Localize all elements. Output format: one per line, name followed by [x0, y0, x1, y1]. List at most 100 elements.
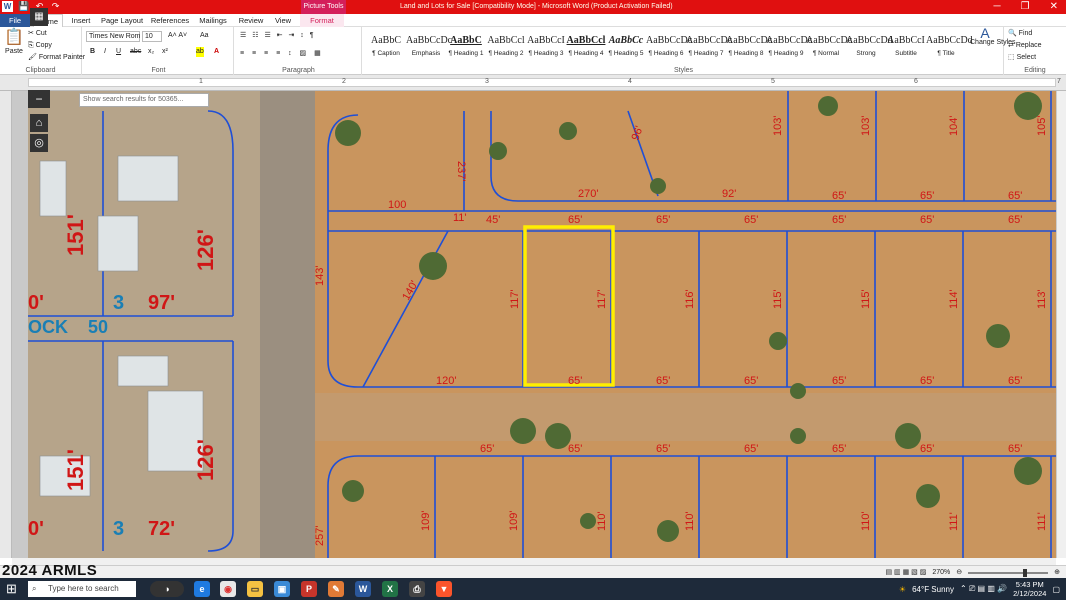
- style-title[interactable]: AaBbCcDd ¶ Title: [926, 33, 973, 61]
- subscript-button[interactable]: x₂: [148, 47, 154, 57]
- vertical-scrollbar[interactable]: [1056, 91, 1066, 558]
- find-button[interactable]: 🔍 Find: [1008, 29, 1032, 39]
- word-taskbar-icon[interactable]: W: [355, 581, 371, 597]
- font-size-select[interactable]: 10: [142, 31, 162, 42]
- clock[interactable]: 5:43 PM 2/12/2024: [1013, 580, 1046, 598]
- scissors-icon: ✂: [28, 30, 34, 37]
- format-painter-button[interactable]: 🖌 Format Painter: [28, 53, 85, 63]
- save-icon[interactable]: 💾: [18, 1, 29, 12]
- vertical-ruler[interactable]: [0, 91, 12, 558]
- notification-icon[interactable]: ▢: [1052, 585, 1060, 594]
- font-name-select[interactable]: Times New Rom: [86, 31, 140, 42]
- road: [260, 91, 315, 558]
- superscript-button[interactable]: x²: [162, 47, 168, 57]
- style-strong[interactable]: AaBbCcDd Strong: [846, 33, 893, 61]
- document-area[interactable]: 237' 100 11' 143' 140' 120' 45' 65' 65' 65' 65' 65'…: [12, 91, 1056, 558]
- ribbon: 📋 Paste ✂ Cut ⎘ Copy 🖌 Format Painter Cl…: [0, 25, 1066, 75]
- tab-format[interactable]: Format: [300, 14, 344, 27]
- zoom-thumb[interactable]: [1023, 568, 1028, 577]
- change-case-icon[interactable]: Aa: [200, 31, 209, 41]
- style-heading-7[interactable]: AaBbCcDc ¶ Heading 7: [686, 33, 732, 61]
- grow-font-icon[interactable]: A˄ A˅: [168, 31, 187, 41]
- style-subtitle[interactable]: AaBbCcI Subtitle: [886, 33, 926, 61]
- home-icon[interactable]: ⌂: [30, 114, 48, 132]
- dimension-label: 115': [772, 289, 784, 309]
- strikethrough-button[interactable]: abc: [130, 47, 141, 57]
- style-heading-1[interactable]: AaBbC ¶ Heading 1: [446, 33, 486, 61]
- style-heading-5[interactable]: AaBbCc ¶ Heading 5: [606, 33, 646, 61]
- tab-view[interactable]: View: [270, 14, 296, 27]
- neighborhood-label: 0': [28, 292, 44, 314]
- zoom-slider[interactable]: [968, 568, 1049, 577]
- locate-icon[interactable]: ◎: [30, 134, 48, 152]
- style-emphasis[interactable]: AaBbCcDc Emphasis: [406, 33, 452, 61]
- bold-button[interactable]: B: [90, 47, 95, 57]
- bush: [790, 428, 806, 444]
- tab-review[interactable]: Review: [236, 14, 266, 27]
- font-group-label: Font: [151, 67, 166, 74]
- style-heading-4[interactable]: AaBbCcl ¶ Heading 4: [566, 33, 606, 61]
- photos-icon[interactable]: ▣: [274, 581, 290, 597]
- cut-button[interactable]: ✂ Cut: [28, 29, 47, 39]
- printer-icon[interactable]: ⎙: [409, 581, 425, 597]
- neighborhood-label: 151': [63, 449, 88, 491]
- copy-button[interactable]: ⎘ Copy: [28, 41, 52, 51]
- style-caption[interactable]: AaBbC ¶ Caption: [366, 33, 406, 61]
- list-icons[interactable]: ☰ ☷ ☰ ⇤ ⇥ ↕ ¶: [240, 31, 316, 41]
- chrome-icon[interactable]: ◉: [220, 581, 236, 597]
- horizontal-ruler[interactable]: 1 2 3 4 5 6 7: [0, 75, 1066, 91]
- font-color-icon[interactable]: A: [214, 47, 219, 57]
- alignment-icons[interactable]: ≡ ≡ ≡ ≡ ↕ ▨ ▦: [240, 49, 324, 59]
- style-sample: AaBbCcl: [487, 35, 525, 46]
- zoom-out-button[interactable]: −: [28, 90, 50, 108]
- paste-button[interactable]: 📋 Paste: [4, 29, 24, 57]
- bush: [916, 484, 940, 508]
- underline-button[interactable]: U: [116, 47, 121, 57]
- windows-start-icon[interactable]: ⊞: [6, 581, 22, 597]
- dimension-label: 65': [832, 443, 846, 455]
- horizontal-scrollbar[interactable]: [12, 558, 1056, 565]
- redo-icon[interactable]: ↷: [50, 1, 61, 12]
- tab-references[interactable]: References: [150, 14, 190, 27]
- tray-icons[interactable]: ⌃ ⎚ ▤ ▥ 🔊: [960, 584, 1007, 594]
- dimension-label: 109': [420, 511, 432, 531]
- file-explorer-icon[interactable]: ▭: [247, 581, 263, 597]
- change-styles-icon: A: [980, 25, 990, 41]
- highlight-icon[interactable]: ab: [196, 47, 204, 57]
- brave-icon[interactable]: ▼: [436, 581, 452, 597]
- restore-button[interactable]: ❐: [1021, 0, 1030, 14]
- copilot-icon[interactable]: ◑: [150, 581, 184, 597]
- clock-date: 2/12/2024: [1013, 589, 1047, 598]
- ruler-number: 3: [485, 78, 489, 85]
- dimension-label: 65': [832, 375, 846, 387]
- replace-button[interactable]: ⇄ Replace: [1008, 41, 1042, 51]
- powerpoint-icon[interactable]: P: [301, 581, 317, 597]
- minimize-button[interactable]: ─: [994, 0, 1001, 14]
- neighborhood-label: 50: [88, 317, 108, 337]
- style-heading-6[interactable]: AaBbCcDc ¶ Heading 6: [646, 33, 692, 61]
- italic-button[interactable]: I: [104, 47, 106, 57]
- style-heading-3[interactable]: AaBbCcI ¶ Heading 3: [526, 33, 566, 61]
- weather-text[interactable]: 64°F Sunny: [912, 585, 954, 594]
- bush: [986, 324, 1010, 348]
- tab-file[interactable]: File: [0, 14, 30, 27]
- paint-icon[interactable]: ✎: [328, 581, 344, 597]
- neighborhood-label: 151': [63, 214, 88, 256]
- grid-icon[interactable]: ▦: [30, 8, 48, 26]
- style-normal[interactable]: AaBbCcDc ¶ Normal: [806, 33, 852, 61]
- style-heading-9[interactable]: AaBbCcDc ¶ Heading 9: [766, 33, 812, 61]
- tab-mailings[interactable]: Mailings: [196, 14, 230, 27]
- map-search-input[interactable]: Show search results for 50365...: [79, 93, 209, 107]
- taskbar-search-input[interactable]: ⌕ Type here to search: [28, 581, 136, 597]
- tab-page-layout[interactable]: Page Layout: [100, 14, 144, 27]
- close-button[interactable]: ✕: [1050, 0, 1058, 14]
- change-styles-button[interactable]: A Change Styles: [970, 25, 1016, 47]
- style-heading-2[interactable]: AaBbCcl ¶ Heading 2: [486, 33, 526, 61]
- select-button[interactable]: ⬚ Select: [1008, 53, 1036, 63]
- tab-insert[interactable]: Insert: [66, 14, 96, 27]
- parcel-map-image[interactable]: 237'10011'143'140'120'45' 65' 65' 65' 65' 65'…: [28, 91, 1056, 558]
- excel-icon[interactable]: X: [382, 581, 398, 597]
- edge-icon[interactable]: e: [194, 581, 210, 597]
- style-heading-8[interactable]: AaBbCcDc ¶ Heading 8: [726, 33, 772, 61]
- dimension-label: 110': [860, 511, 872, 531]
